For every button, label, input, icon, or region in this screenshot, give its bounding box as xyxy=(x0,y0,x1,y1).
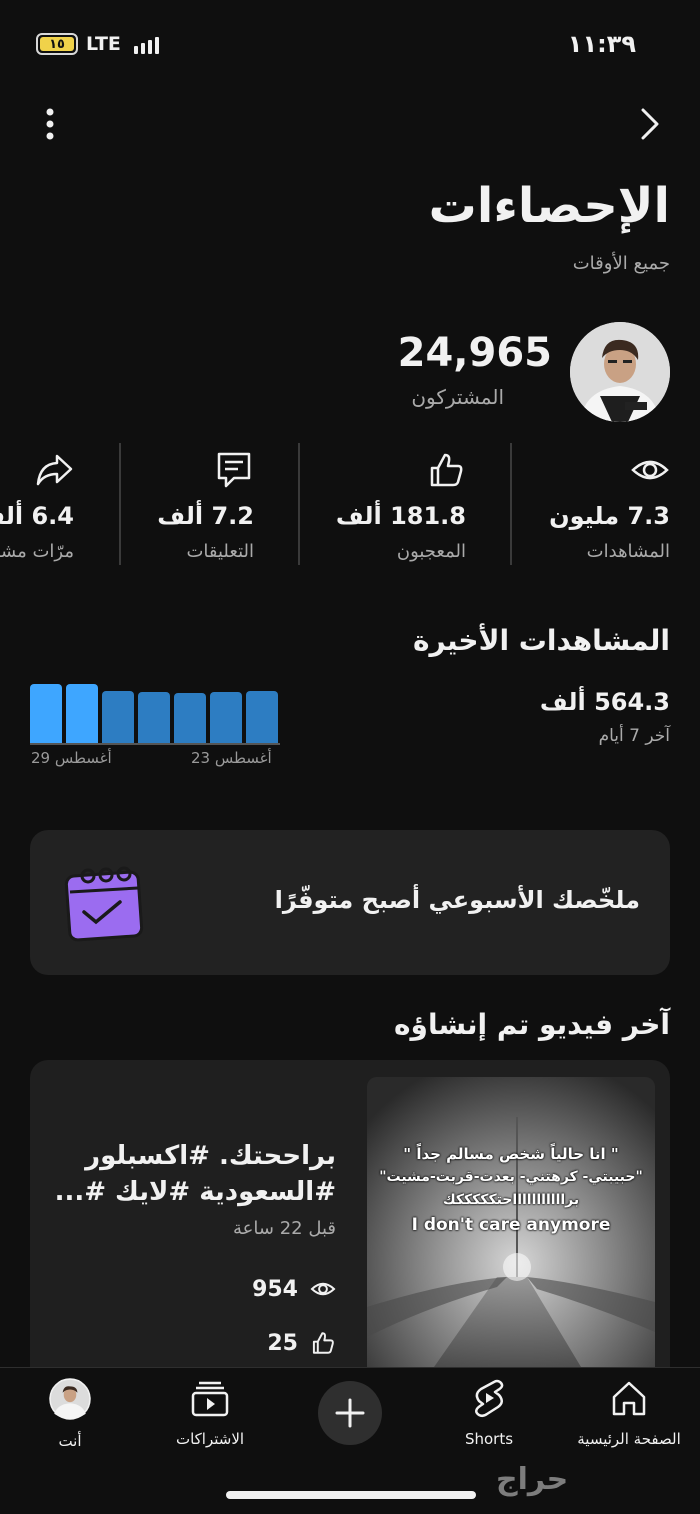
more-vertical-icon xyxy=(46,108,54,140)
thumbnail-caption-1: " انا حالياً شخص مسالم جداً " xyxy=(403,1145,619,1163)
thumbnail-caption-3: براااااااااااحتكككككك xyxy=(442,1192,580,1208)
metric-comments[interactable]: 7.2 ألف التعليقات xyxy=(74,445,254,565)
thumbnail-caption-4: I don't care anymore xyxy=(411,1215,611,1235)
like-icon xyxy=(312,1332,334,1354)
metric-views-value: 7.3 مليون xyxy=(549,502,670,530)
nav-shorts-label: Shorts xyxy=(464,1430,514,1448)
comment-icon xyxy=(217,452,251,488)
calendar-icon xyxy=(62,862,146,946)
subscriber-count: 24,965 xyxy=(397,330,552,376)
eye-icon xyxy=(631,460,669,480)
more-options-button[interactable] xyxy=(34,104,66,144)
signal-icon xyxy=(134,37,159,54)
period-subtitle[interactable]: جميع الأوقات xyxy=(573,253,670,274)
shorts-icon xyxy=(475,1379,504,1418)
nav-subscriptions[interactable]: الاشتراكات xyxy=(145,1378,275,1448)
page-title: الإحصاءات xyxy=(428,178,670,234)
chart-label-end: 29 أغسطس xyxy=(31,749,112,767)
chart-bar xyxy=(174,692,206,743)
metric-views-label: المشاهدات xyxy=(586,541,670,562)
plus-icon xyxy=(335,1398,365,1428)
chevron-right-icon xyxy=(641,108,659,140)
metric-likes-value: 181.8 ألف xyxy=(335,502,466,530)
metric-likes-label: المعجبون xyxy=(396,541,466,562)
nav-subscriptions-label: الاشتراكات xyxy=(175,1430,245,1448)
video-time-ago: قبل 22 ساعة xyxy=(233,1218,336,1239)
recent-views-period: آخر 7 أيام xyxy=(598,726,670,746)
status-time: ١١:٣٩ xyxy=(567,30,636,58)
create-button[interactable] xyxy=(318,1381,382,1445)
chart-bar xyxy=(66,684,98,743)
nav-shorts[interactable]: Shorts xyxy=(424,1378,554,1448)
metric-comments-label: التعليقات xyxy=(186,541,254,562)
nav-you[interactable]: أنت xyxy=(5,1378,135,1450)
chart-bar xyxy=(138,692,170,743)
video-title[interactable]: براححتك. #اكسبلور #السعودية #لايك #... xyxy=(36,1138,336,1210)
watermark-logo: حراج xyxy=(496,1462,569,1497)
video-views-count: 954 xyxy=(252,1276,298,1302)
chart-bar xyxy=(246,691,278,743)
battery-indicator: ١٥ xyxy=(36,33,78,55)
nav-you-label: أنت xyxy=(58,1432,82,1450)
video-thumbnail[interactable]: " انا حالياً شخص مسالم جداً " "حبيبتي- ك… xyxy=(367,1077,655,1377)
subscriber-label: المشتركون xyxy=(411,385,504,409)
nav-home-label: الصفحة الرئيسية xyxy=(577,1430,681,1448)
back-button[interactable] xyxy=(628,104,668,144)
thumbnail-caption-2: "حبيبتي- كرهتني- بعدت-قربت-مشيت" xyxy=(379,1169,643,1185)
video-likes-count: 25 xyxy=(267,1330,298,1356)
home-indicator[interactable] xyxy=(226,1491,476,1499)
recent-views-title: المشاهدات الأخيرة xyxy=(413,624,670,657)
latest-video-title: آخر فيديو تم إنشاؤه xyxy=(394,1008,670,1041)
chart-bar xyxy=(102,690,134,743)
chart-label-start: 23 أغسطس xyxy=(191,749,272,767)
metric-shares-label: مرّات مشاركة xyxy=(0,541,74,562)
metric-shares-value: 6.4 ألف xyxy=(0,502,74,530)
metric-comments-value: 7.2 ألف xyxy=(157,502,254,530)
video-views-stat: 954 xyxy=(252,1276,336,1302)
metric-divider xyxy=(510,443,512,565)
metric-divider xyxy=(119,443,121,565)
recent-views-chart[interactable] xyxy=(30,683,280,743)
channel-avatar[interactable] xyxy=(570,322,670,422)
chart-axis xyxy=(30,743,280,745)
share-icon xyxy=(36,454,73,486)
chart-bar xyxy=(30,684,62,743)
profile-avatar-icon xyxy=(49,1378,91,1420)
metric-views[interactable]: 7.3 مليون المشاهدات xyxy=(490,445,670,565)
recent-views-value: 564.3 ألف xyxy=(539,688,670,716)
weekly-summary-text: ملخّصك الأسبوعي أصبح متوفّرًا xyxy=(274,886,640,914)
video-likes-stat: 25 xyxy=(267,1330,336,1356)
avatar-image xyxy=(570,322,670,422)
eye-icon xyxy=(310,1282,336,1296)
network-type: LTE xyxy=(86,33,121,55)
chart-bar xyxy=(210,692,242,743)
metric-shares[interactable]: 6.4 ألف مرّات مشاركة xyxy=(0,445,74,565)
battery-level: ١٥ xyxy=(40,37,74,52)
metric-divider xyxy=(298,443,300,565)
nav-home[interactable]: الصفحة الرئيسية xyxy=(564,1378,694,1448)
metric-likes[interactable]: 181.8 ألف المعجبون xyxy=(286,445,466,565)
subscriptions-icon xyxy=(191,1381,229,1417)
home-icon xyxy=(612,1381,646,1416)
like-icon xyxy=(430,453,463,487)
